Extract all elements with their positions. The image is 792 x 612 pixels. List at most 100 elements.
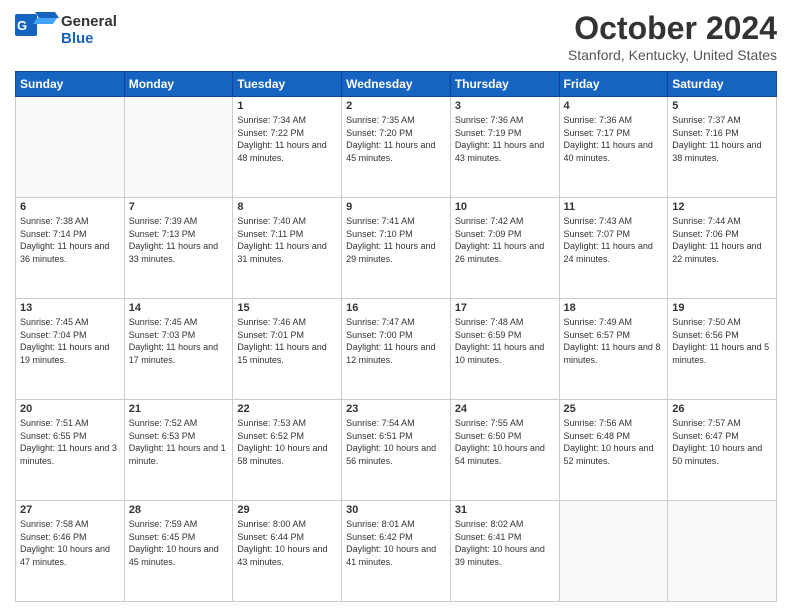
calendar-cell: 18 Sunrise: 7:49 AM Sunset: 6:57 PM Dayli… (559, 299, 668, 400)
day-info: Sunrise: 8:00 AM Sunset: 6:44 PM Dayligh… (237, 518, 337, 568)
logo-blue: Blue (61, 30, 94, 47)
day-number: 8 (237, 201, 337, 213)
calendar-cell: 2 Sunrise: 7:35 AM Sunset: 7:20 PM Daylig… (342, 97, 451, 198)
day-number: 16 (346, 302, 446, 314)
day-number: 26 (672, 403, 772, 415)
calendar-cell: 5 Sunrise: 7:37 AM Sunset: 7:16 PM Daylig… (668, 97, 777, 198)
calendar-cell: 23 Sunrise: 7:54 AM Sunset: 6:51 PM Dayli… (342, 400, 451, 501)
day-number: 17 (455, 302, 555, 314)
day-number: 9 (346, 201, 446, 213)
day-number: 6 (20, 201, 120, 213)
calendar-cell: 17Sunrise: 7:48 AM Sunset: 6:59 PM Dayli… (450, 299, 559, 400)
calendar-cell: 1Sunrise: 7:34 AM Sunset: 7:22 PM Daylig… (233, 97, 342, 198)
day-info: Sunrise: 7:39 AM Sunset: 7:13 PM Dayligh… (129, 215, 229, 265)
calendar-cell (559, 501, 668, 602)
calendar-table: SundayMondayTuesdayWednesdayThursdayFrid… (15, 71, 777, 602)
day-number: 25 (564, 403, 664, 415)
day-number: 27 (20, 504, 120, 516)
calendar-cell (124, 97, 233, 198)
calendar-cell: 29 Sunrise: 8:00 AM Sunset: 6:44 PM Dayli… (233, 501, 342, 602)
month-title: October 2024 (568, 10, 777, 47)
calendar-cell: 19 Sunrise: 7:50 AM Sunset: 6:56 PM Dayli… (668, 299, 777, 400)
day-info: Sunrise: 7:58 AM Sunset: 6:46 PM Dayligh… (20, 518, 120, 568)
day-info: Sunrise: 7:40 AM Sunset: 7:11 PM Dayligh… (237, 215, 337, 265)
day-number: 28 (129, 504, 229, 516)
day-info: Sunrise: 7:53 AM Sunset: 6:52 PM Dayligh… (237, 417, 337, 467)
title-block: October 2024 Stanford, Kentucky, United … (568, 10, 777, 63)
day-number: 29 (237, 504, 337, 516)
day-number: 31 (455, 504, 555, 516)
day-info: Sunrise: 7:51 AM Sunset: 6:55 PM Dayligh… (20, 417, 120, 467)
day-info: Sunrise: 7:55 AM Sunset: 6:50 PM Dayligh… (455, 417, 555, 467)
day-info: Sunrise: 7:45 AM Sunset: 7:03 PM Dayligh… (129, 316, 229, 366)
calendar-week-2: 13 Sunrise: 7:45 AM Sunset: 7:04 PM Dayli… (16, 299, 777, 400)
day-info: Sunrise: 7:49 AM Sunset: 6:57 PM Dayligh… (564, 316, 664, 366)
calendar-week-4: 27 Sunrise: 7:58 AM Sunset: 6:46 PM Dayli… (16, 501, 777, 602)
day-info: Sunrise: 7:37 AM Sunset: 7:16 PM Dayligh… (672, 114, 772, 164)
calendar-cell: 9 Sunrise: 7:41 AM Sunset: 7:10 PM Daylig… (342, 198, 451, 299)
day-info: Sunrise: 8:02 AM Sunset: 6:41 PM Dayligh… (455, 518, 555, 568)
day-number: 24 (455, 403, 555, 415)
day-header-wednesday: Wednesday (342, 72, 451, 97)
calendar-cell: 30Sunrise: 8:01 AM Sunset: 6:42 PM Dayli… (342, 501, 451, 602)
header: G General Blue October 2024 Stanford, Ke… (15, 10, 777, 63)
calendar-cell: 6 Sunrise: 7:38 AM Sunset: 7:14 PM Daylig… (16, 198, 125, 299)
calendar-cell: 25Sunrise: 7:56 AM Sunset: 6:48 PM Dayli… (559, 400, 668, 501)
logo-icon: G (15, 10, 59, 51)
logo-text: General Blue (61, 14, 117, 47)
day-number: 3 (455, 100, 555, 112)
day-info: Sunrise: 7:35 AM Sunset: 7:20 PM Dayligh… (346, 114, 446, 164)
day-header-monday: Monday (124, 72, 233, 97)
day-number: 13 (20, 302, 120, 314)
day-info: Sunrise: 7:45 AM Sunset: 7:04 PM Dayligh… (20, 316, 120, 366)
day-info: Sunrise: 7:36 AM Sunset: 7:17 PM Dayligh… (564, 114, 664, 164)
day-number: 19 (672, 302, 772, 314)
day-info: Sunrise: 7:43 AM Sunset: 7:07 PM Dayligh… (564, 215, 664, 265)
calendar-cell: 10Sunrise: 7:42 AM Sunset: 7:09 PM Dayli… (450, 198, 559, 299)
calendar-cell: 3 Sunrise: 7:36 AM Sunset: 7:19 PM Daylig… (450, 97, 559, 198)
day-number: 7 (129, 201, 229, 213)
logo-general: General (61, 13, 117, 30)
calendar-cell: 16 Sunrise: 7:47 AM Sunset: 7:00 PM Dayli… (342, 299, 451, 400)
day-info: Sunrise: 7:38 AM Sunset: 7:14 PM Dayligh… (20, 215, 120, 265)
calendar-cell: 7 Sunrise: 7:39 AM Sunset: 7:13 PM Daylig… (124, 198, 233, 299)
calendar-cell: 4 Sunrise: 7:36 AM Sunset: 7:17 PM Daylig… (559, 97, 668, 198)
day-number: 21 (129, 403, 229, 415)
day-info: Sunrise: 7:44 AM Sunset: 7:06 PM Dayligh… (672, 215, 772, 265)
day-info: Sunrise: 7:36 AM Sunset: 7:19 PM Dayligh… (455, 114, 555, 164)
calendar-cell: 21Sunrise: 7:52 AM Sunset: 6:53 PM Dayli… (124, 400, 233, 501)
calendar-cell: 24 Sunrise: 7:55 AM Sunset: 6:50 PM Dayli… (450, 400, 559, 501)
day-info: Sunrise: 7:50 AM Sunset: 6:56 PM Dayligh… (672, 316, 772, 366)
day-number: 18 (564, 302, 664, 314)
day-info: Sunrise: 7:57 AM Sunset: 6:47 PM Dayligh… (672, 417, 772, 467)
calendar-cell: 13 Sunrise: 7:45 AM Sunset: 7:04 PM Dayli… (16, 299, 125, 400)
day-info: Sunrise: 7:47 AM Sunset: 7:00 PM Dayligh… (346, 316, 446, 366)
calendar-cell: 20 Sunrise: 7:51 AM Sunset: 6:55 PM Dayli… (16, 400, 125, 501)
calendar-cell: 31 Sunrise: 8:02 AM Sunset: 6:41 PM Dayli… (450, 501, 559, 602)
day-header-sunday: Sunday (16, 72, 125, 97)
day-number: 5 (672, 100, 772, 112)
day-number: 20 (20, 403, 120, 415)
day-number: 2 (346, 100, 446, 112)
day-number: 10 (455, 201, 555, 213)
logo: G General Blue (15, 10, 117, 51)
calendar-cell: 27 Sunrise: 7:58 AM Sunset: 6:46 PM Dayli… (16, 501, 125, 602)
calendar-week-1: 6 Sunrise: 7:38 AM Sunset: 7:14 PM Daylig… (16, 198, 777, 299)
day-number: 30 (346, 504, 446, 516)
calendar-week-0: 1Sunrise: 7:34 AM Sunset: 7:22 PM Daylig… (16, 97, 777, 198)
day-number: 4 (564, 100, 664, 112)
calendar-week-3: 20 Sunrise: 7:51 AM Sunset: 6:55 PM Dayli… (16, 400, 777, 501)
svg-text:G: G (17, 18, 27, 33)
day-number: 1 (237, 100, 337, 112)
calendar-cell: 15Sunrise: 7:46 AM Sunset: 7:01 PM Dayli… (233, 299, 342, 400)
day-number: 23 (346, 403, 446, 415)
day-number: 22 (237, 403, 337, 415)
calendar-cell (668, 501, 777, 602)
calendar-header-row: SundayMondayTuesdayWednesdayThursdayFrid… (16, 72, 777, 97)
day-number: 14 (129, 302, 229, 314)
day-info: Sunrise: 7:41 AM Sunset: 7:10 PM Dayligh… (346, 215, 446, 265)
calendar-cell: 12Sunrise: 7:44 AM Sunset: 7:06 PM Dayli… (668, 198, 777, 299)
day-info: Sunrise: 7:54 AM Sunset: 6:51 PM Dayligh… (346, 417, 446, 467)
day-header-friday: Friday (559, 72, 668, 97)
day-number: 11 (564, 201, 664, 213)
